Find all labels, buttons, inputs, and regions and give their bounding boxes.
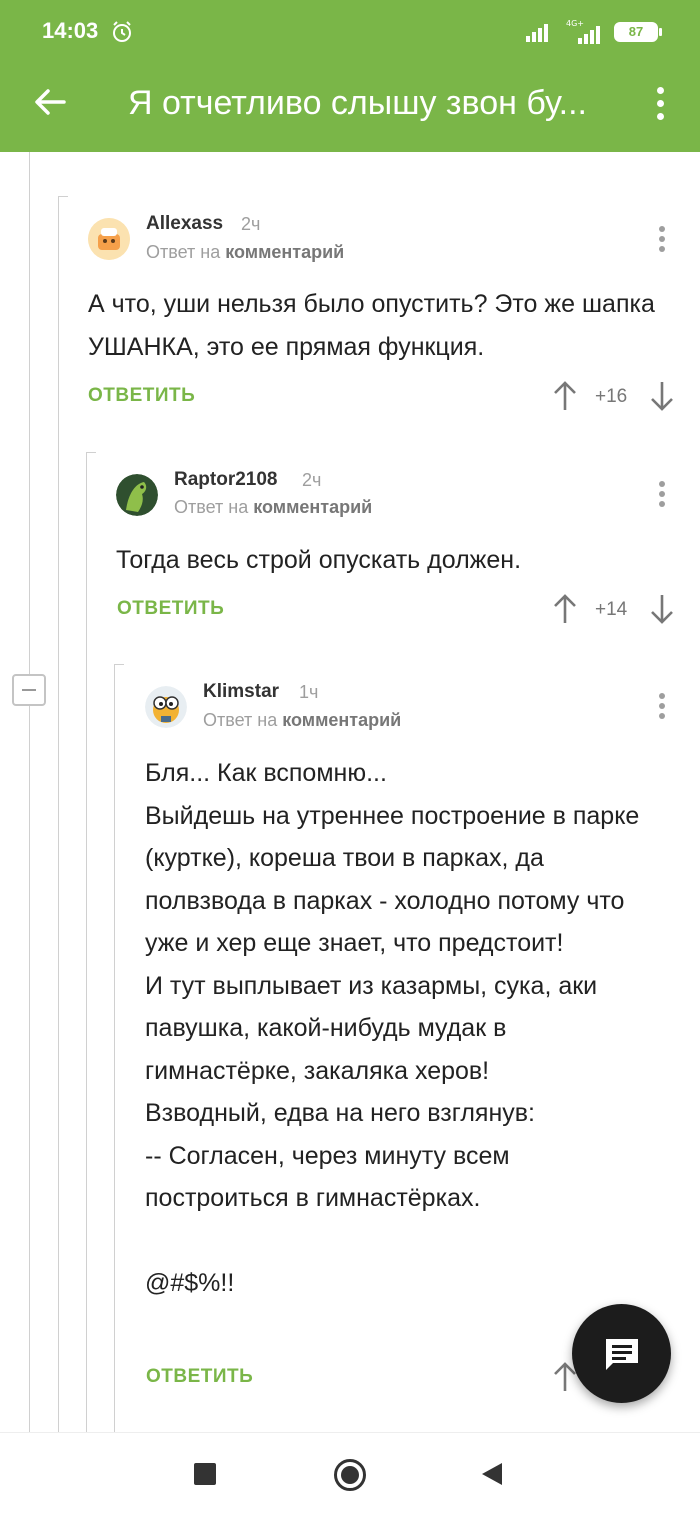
reply-to-prefix: Ответ на xyxy=(146,242,221,262)
comment-menu-icon[interactable] xyxy=(652,691,672,721)
signal-4g-icon: 4G+ xyxy=(566,19,600,44)
thread-line xyxy=(86,452,96,453)
thread-line xyxy=(58,196,68,197)
reply-to-prefix: Ответ на xyxy=(174,497,249,517)
comment-age: 2ч xyxy=(302,470,322,490)
recent-apps-icon[interactable] xyxy=(194,1463,216,1485)
comment-score: +16 xyxy=(595,386,628,407)
reply-to-target[interactable]: комментарий xyxy=(282,710,401,730)
comment-author[interactable]: Allexass xyxy=(146,213,223,235)
thread-line xyxy=(114,664,115,1432)
signal-icon xyxy=(526,24,548,42)
reply-to-target[interactable]: комментарий xyxy=(225,242,344,262)
avatar[interactable] xyxy=(145,686,187,728)
arrow-up-icon[interactable] xyxy=(552,380,578,412)
comment-menu-icon[interactable] xyxy=(652,479,672,509)
reply-to-link[interactable]: Ответ на комментарий xyxy=(146,242,344,263)
reply-to-target[interactable]: комментарий xyxy=(253,497,372,517)
avatar[interactable] xyxy=(116,474,158,516)
app-bar: 14:03 4G+ 87 Я отчетливо слышу звон бу..… xyxy=(0,0,700,152)
comment-menu-icon[interactable] xyxy=(652,224,672,254)
thread-line xyxy=(29,152,30,1432)
status-time: 14:03 xyxy=(42,18,99,43)
more-vert-icon[interactable] xyxy=(646,84,674,124)
back-arrow-icon[interactable] xyxy=(30,82,70,122)
comment-author[interactable]: Klimstar xyxy=(203,681,279,703)
comment-text: А что, уши нельзя было опустить? Это же … xyxy=(88,290,655,361)
write-comment-button[interactable] xyxy=(572,1304,671,1403)
comment-age: 2ч xyxy=(241,214,261,234)
home-icon[interactable] xyxy=(334,1459,366,1491)
arrow-up-icon[interactable] xyxy=(552,593,578,625)
thread-line xyxy=(58,196,59,1432)
alarm-icon xyxy=(113,21,131,42)
reply-button[interactable]: ОТВЕТИТЬ xyxy=(117,598,224,620)
battery-tip xyxy=(659,28,662,36)
reply-button[interactable]: ОТВЕТИТЬ xyxy=(146,1366,253,1388)
reply-to-link[interactable]: Ответ на комментарий xyxy=(203,710,401,731)
arrow-down-icon[interactable] xyxy=(649,380,675,412)
arrow-down-icon[interactable] xyxy=(649,593,675,625)
comment-author[interactable]: Raptor2108 xyxy=(174,469,278,491)
collapse-icon[interactable] xyxy=(12,674,46,706)
system-nav-bar xyxy=(0,1432,700,1516)
comment-score: +14 xyxy=(595,599,628,620)
reply-button[interactable]: ОТВЕТИТЬ xyxy=(88,385,195,407)
chat-icon xyxy=(606,1339,638,1370)
comment-text: Тогда весь строй опускать должен. xyxy=(116,546,522,574)
status-bar: 14:03 4G+ 87 xyxy=(0,0,700,64)
battery-indicator: 87 xyxy=(614,22,658,42)
network-type-label: 4G+ xyxy=(566,19,584,28)
nav-back-icon[interactable] xyxy=(482,1463,502,1485)
reply-to-prefix: Ответ на xyxy=(203,710,278,730)
page-title: Я отчетливо слышу звон бу... xyxy=(128,84,587,122)
comment-text: Бля... Как вспомню... Выйдешь на утренне… xyxy=(145,759,640,1297)
thread-line xyxy=(114,664,124,665)
comment-age: 1ч xyxy=(299,682,319,702)
reply-to-link[interactable]: Ответ на комментарий xyxy=(174,497,372,518)
avatar[interactable] xyxy=(88,218,130,260)
thread-line xyxy=(86,452,87,1432)
